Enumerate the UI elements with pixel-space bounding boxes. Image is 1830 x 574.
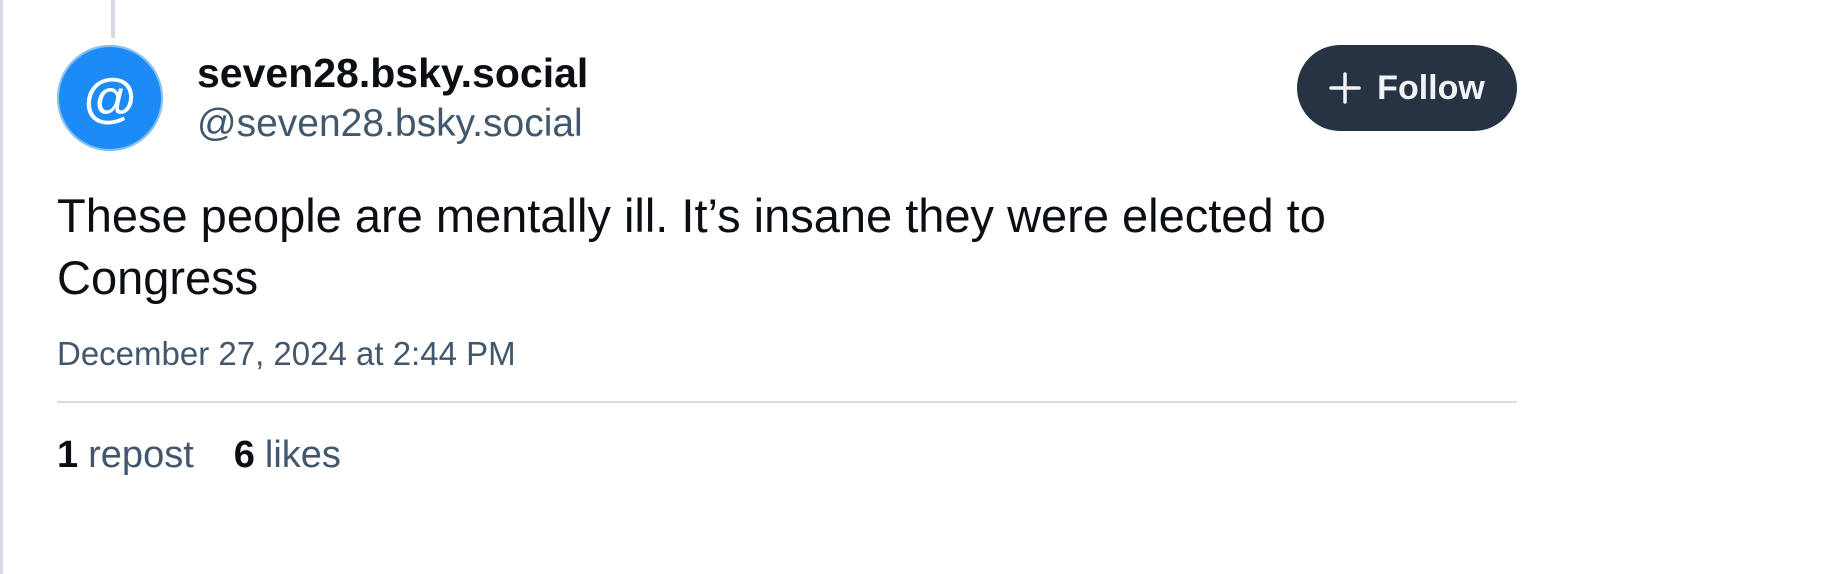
like-count-link[interactable]: 6 likes (234, 430, 341, 480)
post-text: These people are mentally ill. It’s insa… (57, 189, 1326, 304)
at-sign-icon: @ (83, 68, 137, 128)
repost-label: repost (88, 434, 194, 476)
repost-count: 1 (57, 434, 79, 476)
follow-button[interactable]: Follow (1297, 45, 1517, 131)
post-stats: 1 repost 6 likes (57, 430, 341, 480)
author-display-name[interactable]: seven28.bsky.social (197, 48, 588, 98)
repost-count-link[interactable]: 1 repost (57, 430, 194, 480)
follow-button-label: Follow (1377, 68, 1485, 107)
plus-icon (1329, 72, 1361, 104)
post-timestamp[interactable]: December 27, 2024 at 2:44 PM (57, 333, 516, 375)
like-label: likes (264, 434, 341, 476)
divider (57, 401, 1517, 403)
thread-connector-line (111, 0, 115, 38)
author-info: seven28.bsky.social @seven28.bsky.social (197, 48, 588, 150)
like-count: 6 (233, 434, 255, 476)
avatar[interactable]: @ (57, 45, 163, 151)
post-detail: @ seven28.bsky.social @seven28.bsky.soci… (0, 0, 1816, 574)
author-handle[interactable]: @seven28.bsky.social (197, 98, 588, 150)
